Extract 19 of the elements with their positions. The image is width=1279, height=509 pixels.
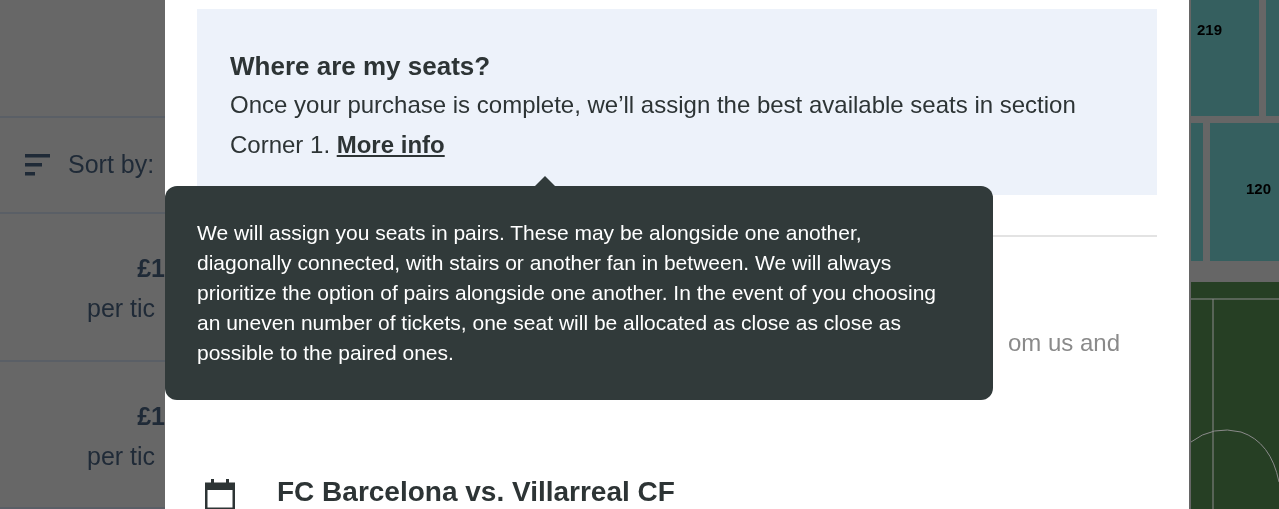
offer-unit: per tic (86, 293, 156, 324)
more-info-link[interactable]: More info (336, 131, 445, 158)
body-text: om us and (1007, 328, 1120, 358)
sort-icon[interactable] (25, 154, 50, 177)
info-title: Where are my seats? (230, 50, 492, 83)
sort-label[interactable]: Sort by: (68, 146, 155, 184)
map-section[interactable] (1191, 122, 1203, 261)
offer-unit: per tic (86, 440, 156, 472)
map-section[interactable] (1266, 0, 1279, 116)
offer-price: £1 (137, 253, 165, 284)
offer-price: £1 (137, 400, 165, 432)
section-label: 219 (1197, 21, 1223, 38)
map-section[interactable]: 120 (1210, 122, 1279, 261)
map-section[interactable]: 219 (1191, 0, 1259, 116)
calendar-icon (205, 479, 235, 509)
section-label: 120 (1245, 178, 1271, 199)
info-text: Once your purchase is complete, we’ll assign the best available seats in section Corner 1. More info (230, 90, 1077, 160)
tooltip-text: We will assign you seats in pairs. These may be alongside one another, diagonally connected, with stairs or another fan in between. We will always prioritize the option of pairs alongside one another. In the event of you choosing an uneven number of tickets, one seat will be allocated as close as close as possible to the paired ones. (197, 220, 937, 366)
event-title: FC Barcelona vs. Villarreal CF (277, 475, 675, 509)
